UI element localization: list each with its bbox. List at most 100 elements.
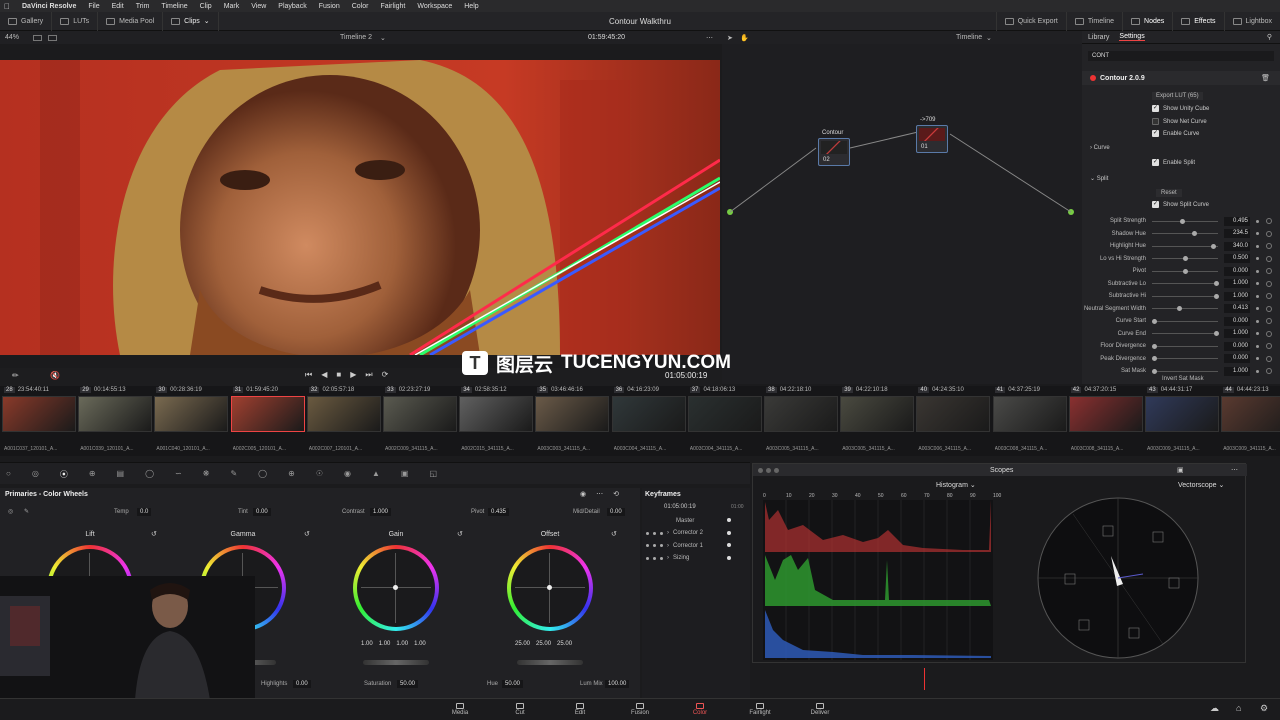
page-media-button[interactable]: Media — [430, 699, 490, 720]
clip-thumbnail[interactable] — [459, 396, 534, 432]
split-icon[interactable] — [48, 34, 58, 41]
keyframe-marker[interactable] — [727, 543, 731, 547]
reset-button[interactable]: Reset — [1156, 189, 1182, 197]
keyframe-row[interactable]: › Sizing — [642, 553, 750, 564]
wheel-value[interactable]: 25.00 — [515, 641, 530, 647]
keyframe-dot-icon[interactable] — [1256, 257, 1259, 261]
param-slider[interactable] — [1152, 281, 1219, 287]
tint-value[interactable]: 0.00 — [253, 508, 271, 516]
keyframe-marker[interactable] — [727, 518, 731, 522]
menu-item-view[interactable]: View — [251, 3, 266, 10]
effect-enabled-icon[interactable] — [1090, 75, 1096, 81]
picker-icon[interactable]: ✎ — [24, 508, 29, 515]
zoom-window-icon[interactable] — [774, 467, 779, 473]
param-value[interactable]: 0.000 — [1224, 266, 1250, 276]
bars-mode-icon[interactable]: ◉ — [580, 490, 586, 498]
gallery-button[interactable]: Gallery — [0, 11, 53, 31]
enable-split-checkbox[interactable]: ✓ Enable Split — [1152, 159, 1195, 166]
zoom-level[interactable]: 44% — [5, 34, 19, 41]
keyframe-marker[interactable] — [727, 555, 731, 560]
menu-item-timeline[interactable]: Timeline — [161, 3, 187, 10]
curve-section-header[interactable]: › Curve — [1090, 145, 1110, 151]
page-color-button[interactable]: Color — [670, 699, 730, 720]
apple-icon[interactable]:  — [4, 2, 10, 11]
close-window-icon[interactable] — [758, 467, 763, 473]
slider-knob[interactable] — [1179, 218, 1185, 224]
reset-param-icon[interactable] — [1266, 243, 1272, 250]
clip-thumbnail[interactable] — [1221, 396, 1280, 432]
wheel-value[interactable]: 1.00 — [361, 641, 373, 647]
hand-icon[interactable]: ✋ — [740, 34, 749, 42]
slider-knob[interactable] — [1152, 318, 1157, 324]
node-graph[interactable]: Contour 02 ->709 01 — [722, 44, 1082, 384]
curves-icon[interactable]: ∽ — [175, 469, 182, 480]
param-value[interactable]: 0.000 — [1224, 354, 1250, 364]
menu-item-fairlight[interactable]: Fairlight — [380, 3, 405, 10]
scope-layout-icon[interactable]: ▣ — [1177, 466, 1184, 474]
param-value[interactable]: 234.5 — [1224, 229, 1250, 239]
keyframe-dot-icon[interactable] — [1256, 357, 1259, 361]
effects-toggle-button[interactable]: Effects — [1173, 11, 1225, 31]
slider-knob[interactable] — [1192, 231, 1198, 237]
trash-icon[interactable]: 🗑 — [1261, 74, 1270, 82]
middetail-value[interactable]: 0.00 — [607, 508, 625, 516]
visibility-dot-icon[interactable] — [646, 556, 649, 560]
param-slider[interactable] — [1152, 293, 1219, 299]
loop-icon[interactable]: ⟳ — [382, 370, 389, 380]
param-slider[interactable] — [1152, 318, 1218, 324]
clip-thumbnail[interactable] — [154, 396, 229, 432]
reset-param-icon[interactable] — [1266, 230, 1272, 237]
tab-library[interactable]: Library — [1088, 34, 1109, 41]
clip-thumbnail[interactable] — [916, 396, 991, 432]
window-icon[interactable]: ◯ — [258, 469, 267, 480]
highlights-value[interactable]: 0.00 — [293, 680, 311, 688]
motion-effects-icon[interactable]: ◯ — [145, 469, 154, 480]
param-slider[interactable] — [1152, 231, 1218, 237]
menu-item-help[interactable]: Help — [464, 3, 478, 10]
wheel-value[interactable]: 25.00 — [557, 641, 572, 647]
keyframe-row[interactable]: Master — [642, 515, 750, 526]
keyframe-dot-icon[interactable] — [1256, 319, 1259, 323]
keyframe-dot-icon[interactable] — [1256, 269, 1259, 273]
playhead-marker[interactable] — [924, 668, 925, 690]
node-709[interactable]: 01 — [916, 125, 948, 153]
viewer-image[interactable] — [0, 60, 720, 355]
clip-thumbnail[interactable] — [2, 396, 76, 432]
param-value[interactable]: 1.000 — [1224, 291, 1250, 301]
reset-param-icon[interactable] — [1266, 280, 1272, 287]
menu-item-mark[interactable]: Mark — [224, 3, 240, 10]
menu-item-playback[interactable]: Playback — [278, 3, 306, 10]
param-slider[interactable] — [1152, 256, 1218, 262]
expand-icon[interactable] — [660, 531, 663, 535]
clip-thumbnail[interactable] — [78, 396, 153, 432]
hdr-icon[interactable]: ⊕ — [89, 469, 96, 480]
reset-icon[interactable]: ⟲ — [613, 490, 619, 498]
slider-knob[interactable] — [1214, 331, 1219, 337]
color-match-icon[interactable]: ◎ — [32, 469, 39, 480]
param-value[interactable]: 1.000 — [1224, 366, 1250, 376]
color-wheels-icon[interactable]: ⦿ — [60, 469, 68, 480]
param-value[interactable]: 0.495 — [1224, 216, 1250, 226]
color-wheel-gain[interactable] — [353, 545, 439, 631]
param-value[interactable]: 340.0 — [1224, 241, 1250, 251]
menu-item-edit[interactable]: Edit — [112, 3, 124, 10]
vectorscope-dropdown[interactable]: Vectorscope ⌄ — [1178, 481, 1224, 489]
param-value[interactable]: 0.000 — [1224, 341, 1250, 351]
wheel-value[interactable]: 1.00 — [396, 641, 408, 647]
slider-knob[interactable] — [1183, 268, 1188, 274]
search-icon[interactable]: ⚲ — [1267, 33, 1272, 41]
param-value[interactable]: 1.000 — [1224, 279, 1250, 289]
tab-settings[interactable]: Settings — [1119, 33, 1145, 41]
param-slider[interactable] — [1152, 368, 1218, 374]
wheel-handle[interactable] — [547, 585, 552, 590]
page-fairlight-button[interactable]: Fairlight — [730, 699, 790, 720]
master-wheel-slider[interactable] — [363, 660, 429, 665]
slider-knob[interactable] — [1152, 368, 1157, 374]
wheel-value[interactable]: 25.00 — [536, 641, 551, 647]
tracker-icon[interactable]: ⊕ — [288, 469, 295, 480]
clip-thumbnail[interactable] — [764, 396, 838, 432]
timeline-name-dropdown[interactable]: Timeline 2 — [340, 34, 372, 41]
show-net-curve-checkbox[interactable]: Show Net Curve — [1152, 118, 1207, 125]
sizing-icon[interactable]: ▣ — [401, 469, 409, 480]
more-options-icon[interactable]: ⋯ — [1231, 466, 1238, 474]
